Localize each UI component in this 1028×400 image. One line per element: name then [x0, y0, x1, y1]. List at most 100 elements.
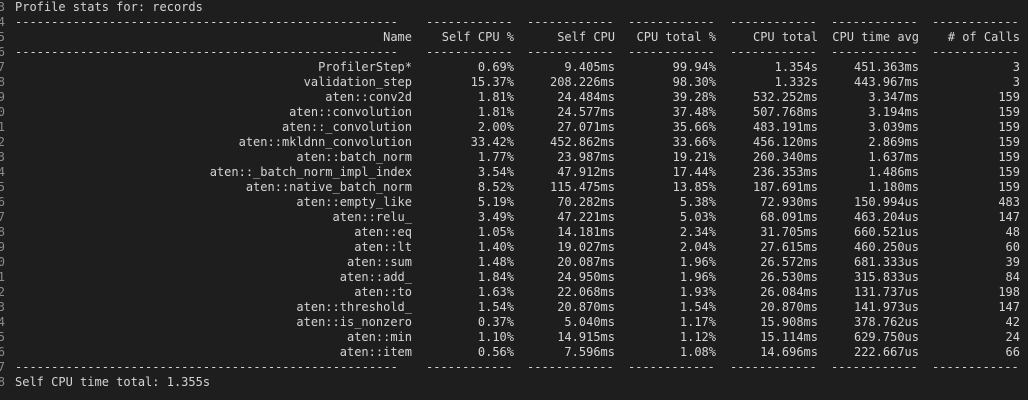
table-row: 0 aten::convolution 1.81% 24.577ms 37.48% 507…: [0, 105, 1028, 120]
table-row: 8 aten::eq 1.05% 14.181ms 2.34% 31.705ms 660.5…: [0, 225, 1028, 240]
line-number: 2: [0, 135, 5, 149]
line-number: 0: [0, 255, 5, 269]
table-cell-3: 5.03%: [679, 210, 716, 224]
table-row: 3 aten::batch_norm 1.77% 23.987ms 19.21% 260.…: [0, 150, 1028, 165]
separator-segment-2: ------------: [527, 45, 614, 59]
table-cell-4: 26.530ms: [760, 270, 818, 284]
table-cell-3: 39.28%: [672, 90, 716, 104]
table-cell-0: aten::item: [339, 345, 412, 359]
table-cell-5: 629.750us: [853, 330, 919, 344]
line-number: 2: [0, 285, 5, 299]
table-cell-4: 15.908ms: [760, 315, 818, 329]
table-cell-2: 47.912ms: [557, 165, 615, 179]
table-cell-5: 660.521us: [853, 225, 919, 239]
table-cell-3: 1.93%: [679, 285, 716, 299]
table-cell-4: 236.353ms: [752, 165, 818, 179]
table-cell-1: 1.54%: [477, 300, 514, 314]
separator-segment-5: ------------: [831, 360, 918, 374]
table-cell-0: aten::is_nonzero: [296, 315, 412, 329]
separator-segment-1: ------------: [426, 15, 513, 29]
table-cell-2: 70.282ms: [557, 195, 615, 209]
table-cell-0: validation_step: [303, 75, 412, 89]
separator-segment-3: ------------: [628, 45, 715, 59]
table-cell-6: 159: [998, 120, 1020, 134]
column-header-2: Self CPU: [557, 30, 615, 44]
line-number: 4: [0, 15, 5, 29]
table-cell-0: aten::native_batch_norm: [245, 180, 412, 194]
line-number: 6: [0, 345, 5, 359]
table-cell-2: 24.950ms: [557, 270, 615, 284]
table-cell-2: 115.475ms: [549, 180, 615, 194]
line-number: 3: [0, 150, 5, 164]
title-line: 3 Profile stats for: records: [0, 0, 1028, 15]
table-row: 5 aten::native_batch_norm 8.52% 115.475ms 13…: [0, 180, 1028, 195]
table-cell-1: 1.84%: [477, 270, 514, 284]
table-cell-4: 187.691ms: [752, 180, 818, 194]
table-row: 6 aten::item 0.56% 7.596ms 1.08% 14.696ms 222.…: [0, 345, 1028, 360]
table-cell-1: 8.52%: [477, 180, 514, 194]
table-cell-0: aten::batch_norm: [296, 150, 412, 164]
table-cell-5: 141.973us: [853, 300, 919, 314]
column-header-3: CPU total %: [636, 30, 716, 44]
table-row: 0 aten::sum 1.48% 20.087ms 1.96% 26.572ms 681.…: [0, 255, 1028, 270]
table-cell-1: 3.54%: [477, 165, 514, 179]
line-number: 3: [0, 0, 5, 14]
table-cell-5: 451.363ms: [853, 60, 919, 74]
table-cell-1: 33.42%: [470, 135, 514, 149]
table-cell-6: 483: [998, 195, 1020, 209]
separator-line: 6 ---------------------------------------…: [0, 45, 1028, 60]
table-cell-0: aten::min: [346, 330, 412, 344]
table-cell-2: 20.087ms: [557, 255, 615, 269]
table-cell-0: aten::add_: [339, 270, 412, 284]
column-header-5: CPU time avg: [832, 30, 919, 44]
separator-segment-5: ------------: [831, 45, 918, 59]
table-row: 9 aten::lt 1.40% 19.027ms 2.04% 27.615ms 460.2…: [0, 240, 1028, 255]
table-cell-5: 222.667us: [853, 345, 919, 359]
table-cell-5: 463.204us: [853, 210, 919, 224]
table-row: 8 validation_step 15.37% 208.226ms 98.30% 1.3…: [0, 75, 1028, 90]
table-cell-6: 3: [1012, 60, 1020, 74]
table-cell-6: 84: [1005, 270, 1020, 284]
table-cell-2: 7.596ms: [564, 345, 615, 359]
table-cell-3: 35.66%: [672, 120, 716, 134]
table-row: 2 aten::to 1.63% 22.068ms 1.93% 26.084ms 131.7…: [0, 285, 1028, 300]
table-cell-6: 159: [998, 90, 1020, 104]
table-cell-6: 198: [998, 285, 1020, 299]
table-cell-6: 66: [1005, 345, 1020, 359]
table-cell-4: 532.252ms: [752, 90, 818, 104]
line-number: 8: [0, 75, 5, 89]
table-cell-2: 47.221ms: [557, 210, 615, 224]
line-number: 8: [0, 375, 5, 389]
table-cell-0: aten::empty_like: [296, 195, 412, 209]
table-cell-3: 19.21%: [672, 150, 716, 164]
line-number: 5: [0, 180, 5, 194]
table-cell-6: 60: [1005, 240, 1020, 254]
separator-line: 7 ---------------------------------------…: [0, 360, 1028, 375]
separator-segment-3: ------------: [628, 360, 715, 374]
table-cell-4: 72.930ms: [760, 195, 818, 209]
table-cell-1: 5.19%: [477, 195, 514, 209]
table-cell-2: 20.870ms: [557, 300, 615, 314]
table-cell-5: 3.347ms: [868, 90, 919, 104]
table-cell-1: 1.81%: [477, 90, 514, 104]
table-cell-4: 26.572ms: [760, 255, 818, 269]
table-cell-0: aten::lt: [354, 240, 412, 254]
table-cell-1: 1.81%: [477, 105, 514, 119]
table-cell-3: 98.30%: [672, 75, 716, 89]
table-cell-1: 15.37%: [470, 75, 514, 89]
table-cell-1: 0.37%: [477, 315, 514, 329]
table-row: 4 aten::_batch_norm_impl_index 3.54% 47.912…: [0, 165, 1028, 180]
table-row: 7 ProfilerStep* 0.69% 9.405ms 99.94% 1.354s 45…: [0, 60, 1028, 75]
table-row: 1 aten::_convolution 2.00% 27.071ms 35.66% 48…: [0, 120, 1028, 135]
table-row: 6 aten::empty_like 5.19% 70.282ms 5.38% 72.93…: [0, 195, 1028, 210]
table-cell-3: 17.44%: [672, 165, 716, 179]
table-cell-0: aten::eq: [354, 225, 412, 239]
table-cell-5: 1.637ms: [868, 150, 919, 164]
table-cell-3: 5.38%: [679, 195, 716, 209]
table-cell-4: 31.705ms: [760, 225, 818, 239]
table-cell-1: 1.40%: [477, 240, 514, 254]
table-cell-1: 1.10%: [477, 330, 514, 344]
table-cell-4: 507.768ms: [752, 105, 818, 119]
table-cell-2: 24.484ms: [557, 90, 615, 104]
table-cell-5: 131.737us: [853, 285, 919, 299]
